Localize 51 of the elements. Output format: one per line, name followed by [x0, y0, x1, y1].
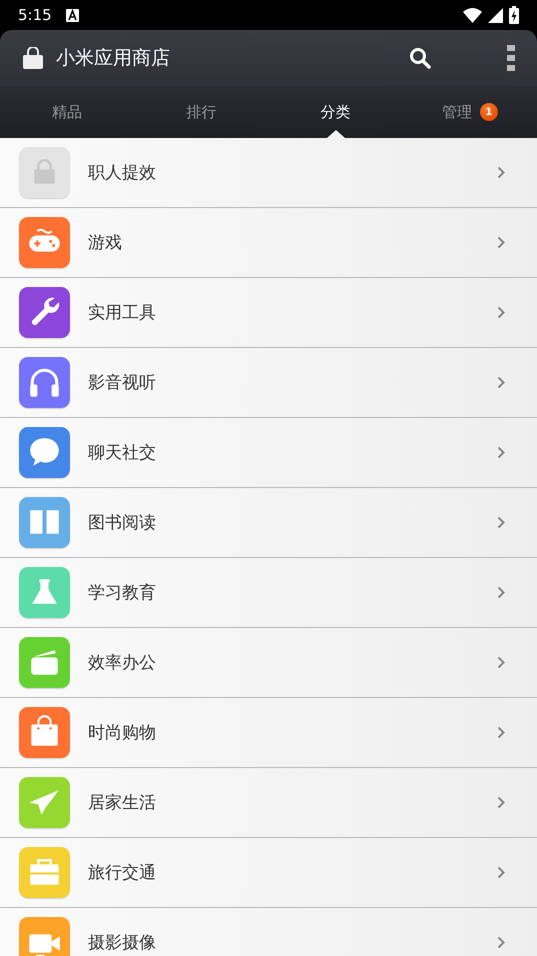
- tab[interactable]: 管理 1: [402, 86, 537, 138]
- category-row[interactable]: 学习教育: [0, 558, 537, 628]
- chevron-icon: [497, 446, 505, 459]
- chevron-icon: [497, 586, 505, 599]
- category-row[interactable]: 居家生活: [0, 768, 537, 838]
- app-title: 小米应用商店: [56, 46, 171, 71]
- category-label: 学习教育: [88, 582, 157, 604]
- chevron-icon: [497, 936, 505, 949]
- count-badge: 1: [480, 103, 498, 121]
- category-row[interactable]: 影音视听: [0, 348, 537, 418]
- category-label: 聊天社交: [88, 442, 157, 464]
- category-label: 效率办公: [88, 652, 157, 674]
- category-label: 时尚购物: [88, 722, 157, 744]
- chevron-icon: [497, 166, 505, 179]
- wifi-icon: [463, 8, 482, 22]
- chevron-icon: [497, 236, 505, 249]
- tab[interactable]: 精品: [0, 86, 134, 138]
- notification-icon: [66, 8, 79, 22]
- chevron-icon: [497, 726, 505, 739]
- category-label: 影音视听: [88, 372, 157, 394]
- chevron-icon: [497, 866, 505, 879]
- chevron-icon: [497, 796, 505, 809]
- category-row[interactable]: 聊天社交: [0, 418, 537, 488]
- category-label: 旅行交通: [88, 862, 157, 884]
- category-row[interactable]: 游戏: [0, 208, 537, 278]
- category-row[interactable]: 职人提效: [0, 138, 537, 208]
- chevron-icon: [497, 306, 505, 319]
- category-label: 实用工具: [88, 302, 157, 324]
- more-icon: [507, 45, 515, 71]
- category-label: 摄影摄像: [88, 932, 157, 954]
- status-time: 5:15: [18, 6, 52, 24]
- category-row[interactable]: 效率办公: [0, 628, 537, 698]
- category-label: 游戏: [88, 232, 123, 254]
- category-row[interactable]: 实用工具: [0, 278, 537, 348]
- search-button[interactable]: [409, 47, 431, 69]
- chevron-icon: [497, 656, 505, 669]
- more-button[interactable]: [507, 45, 515, 71]
- category-row[interactable]: 时尚购物: [0, 698, 537, 768]
- category-row[interactable]: 摄影摄像: [0, 908, 537, 956]
- category-label: 居家生活: [88, 792, 157, 814]
- bag-icon: [22, 47, 44, 69]
- battery-icon: [509, 6, 519, 24]
- category-row[interactable]: 图书阅读: [0, 488, 537, 558]
- tab[interactable]: 排行: [134, 86, 268, 138]
- signal-icon: [488, 8, 503, 22]
- chevron-icon: [497, 516, 505, 529]
- chevron-icon: [497, 376, 505, 389]
- category-label: 图书阅读: [88, 512, 157, 534]
- category-label: 职人提效: [88, 162, 157, 184]
- category-row[interactable]: 旅行交通: [0, 838, 537, 908]
- search-icon: [409, 47, 431, 69]
